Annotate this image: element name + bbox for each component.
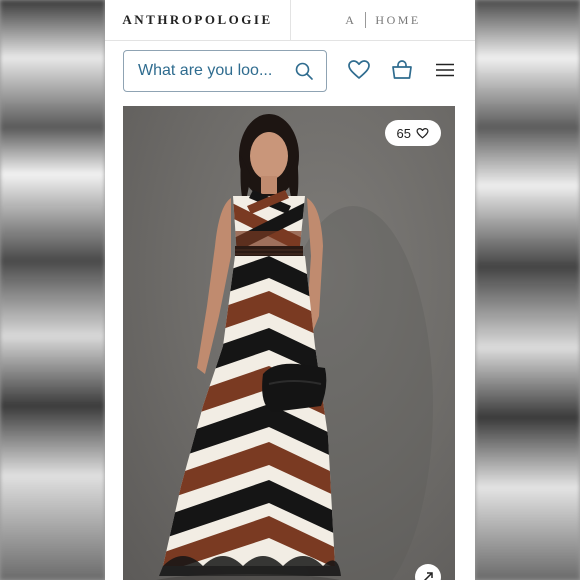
expand-arrow-icon	[423, 572, 433, 580]
search-placeholder: What are you loo...	[138, 62, 273, 79]
brand-logo-link[interactable]: ANTHROPOLOGIE	[105, 0, 290, 40]
search-icon[interactable]	[294, 61, 314, 81]
home-separator	[365, 12, 367, 28]
brand-name: ANTHROPOLOGIE	[122, 12, 273, 27]
search-input[interactable]: What are you loo...	[123, 50, 327, 92]
heart-icon[interactable]	[347, 58, 371, 82]
like-count-button[interactable]: 65	[384, 120, 441, 146]
blurred-background-right	[475, 0, 580, 580]
top-navigation: ANTHROPOLOGIE A HOME	[105, 0, 475, 41]
blurred-background-left	[0, 0, 105, 580]
product-image[interactable]: 65	[123, 106, 455, 580]
heart-icon	[416, 127, 429, 138]
hamburger-menu-icon[interactable]	[433, 58, 457, 82]
mobile-page: ANTHROPOLOGIE A HOME What are you loo...	[105, 0, 475, 580]
shopping-bag-icon[interactable]	[390, 58, 414, 82]
home-link[interactable]: A HOME	[291, 0, 475, 40]
home-label: HOME	[375, 12, 421, 27]
product-photo-illustration	[156, 114, 433, 580]
like-count: 65	[396, 125, 411, 141]
home-prefix: A	[345, 12, 357, 27]
